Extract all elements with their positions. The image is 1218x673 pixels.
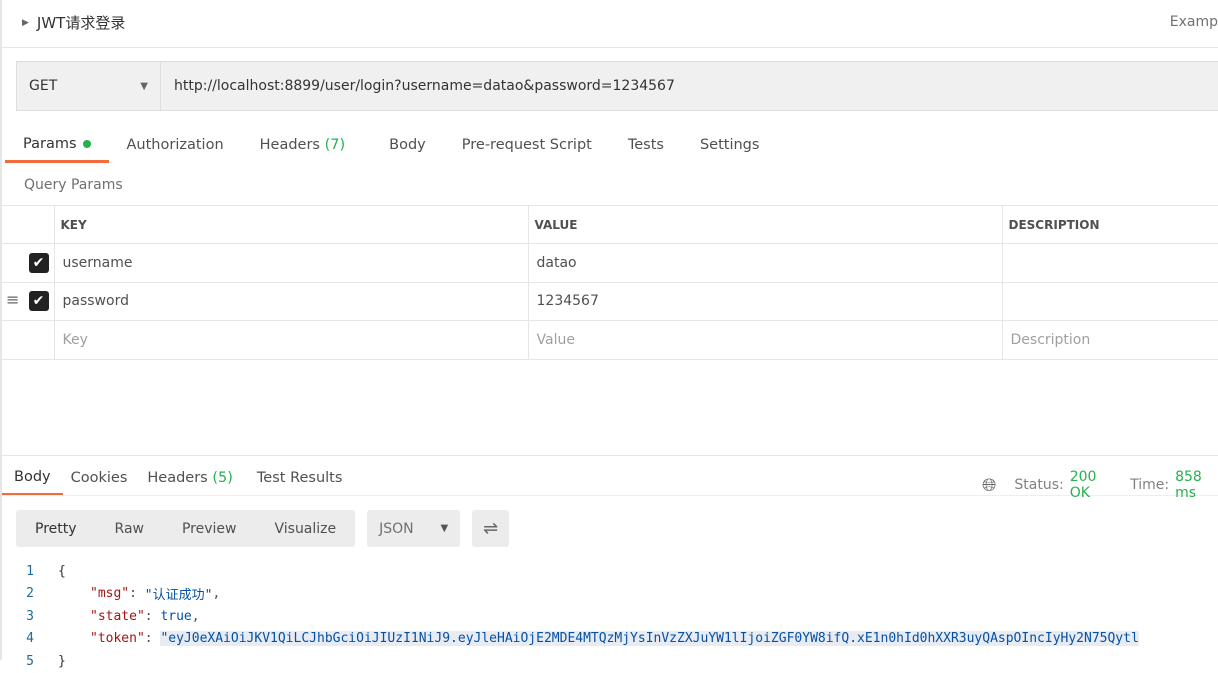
tab-headers[interactable]: Headers (7): [242, 127, 364, 163]
format-select[interactable]: JSON ▼: [367, 510, 461, 547]
query-params-title: Query Params: [24, 177, 123, 193]
request-title[interactable]: ▶ JWT请求登录: [22, 12, 125, 33]
tab-settings[interactable]: Settings: [682, 127, 777, 163]
request-tabs: Params Authorization Headers (7) Body Pr…: [5, 127, 777, 163]
header-description: DESCRIPTION: [1001, 205, 1218, 244]
method-value: GET: [29, 78, 58, 94]
param-value[interactable]: 1234567: [527, 281, 1003, 321]
wrap-lines-button[interactable]: ⇌: [472, 510, 510, 547]
status-value: 200 OK: [1069, 469, 1097, 501]
tab-response-body[interactable]: Body: [2, 460, 63, 496]
new-value-input[interactable]: Value: [527, 320, 1003, 360]
view-mode-group: Pretty Raw Preview Visualize: [16, 510, 356, 547]
tab-cookies[interactable]: Cookies: [63, 460, 136, 496]
new-key-input[interactable]: Key: [53, 320, 529, 360]
view-raw-button[interactable]: Raw: [96, 510, 163, 547]
param-key[interactable]: password: [53, 281, 529, 321]
tab-body[interactable]: Body: [363, 127, 444, 163]
view-visualize-button[interactable]: Visualize: [255, 510, 355, 547]
url-input[interactable]: http://localhost:8899/user/login?usernam…: [161, 62, 1218, 110]
wrap-lines-icon: ⇌: [483, 518, 499, 539]
table-row: ✔ username datao: [2, 243, 1218, 283]
chevron-down-icon: ▼: [140, 80, 148, 92]
view-pretty-button[interactable]: Pretty: [16, 510, 96, 547]
chevron-down-icon: ▼: [440, 523, 449, 534]
checkbox-checked-icon[interactable]: ✔: [28, 252, 49, 273]
examples-link[interactable]: Examp: [1170, 14, 1218, 30]
response-status: 🌐︎ Status: 200 OK Time: 858 ms: [982, 469, 1218, 501]
request-name: JWT请求登录: [36, 14, 126, 32]
globe-icon[interactable]: 🌐︎: [982, 475, 996, 496]
tab-response-headers[interactable]: Headers (5): [135, 460, 245, 496]
token-value[interactable]: "eyJ0eXAiOiJKV1QiLCJhbGciOiJIUzI1NiJ9.ey…: [160, 631, 1139, 647]
method-select[interactable]: GET ▼: [17, 62, 161, 110]
checkbox-checked-icon[interactable]: ✔: [28, 291, 49, 312]
view-preview-button[interactable]: Preview: [163, 510, 256, 547]
header-value: VALUE: [527, 205, 1003, 244]
tab-tests[interactable]: Tests: [610, 127, 682, 163]
expand-triangle-icon[interactable]: ▶: [22, 18, 29, 28]
tab-params[interactable]: Params: [5, 127, 109, 163]
response-toolbar: Pretty Raw Preview Visualize JSON ▼ ⇌: [16, 510, 510, 547]
tab-pre-request-script[interactable]: Pre-request Script: [444, 127, 610, 163]
param-value[interactable]: datao: [527, 243, 1003, 283]
table-row-new: Key Value Description: [2, 320, 1218, 360]
response-tabs: Body Cookies Headers (5) Test Results: [0, 460, 354, 496]
params-active-dot: [82, 139, 91, 148]
table-row: ≡ ✔ password 1234567: [2, 281, 1218, 321]
new-description-input[interactable]: Description: [1001, 320, 1218, 360]
param-description[interactable]: [1001, 281, 1218, 321]
tab-test-results[interactable]: Test Results: [245, 460, 355, 496]
query-params-table: KEY VALUE DESCRIPTION ✔ username datao ≡ ✔ pas…: [2, 205, 1218, 360]
response-body-code[interactable]: 1{ 2 "msg": "认证成功", 3 "state": true, 4 "tok…: [2, 560, 1139, 673]
param-description[interactable]: [1001, 243, 1218, 283]
url-bar: GET ▼ http://localhost:8899/user/login?us…: [16, 61, 1218, 111]
drag-handle-icon[interactable]: ≡: [6, 290, 19, 309]
tab-authorization[interactable]: Authorization: [109, 127, 242, 163]
time-value: 858 ms: [1175, 469, 1202, 501]
header-key: KEY: [53, 205, 529, 244]
param-key[interactable]: username: [53, 243, 529, 283]
